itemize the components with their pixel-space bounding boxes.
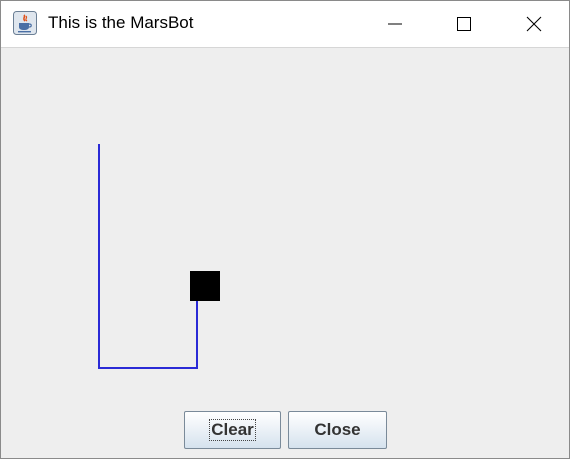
- path-segment-right: [98, 367, 198, 369]
- path-segment-up: [196, 298, 198, 369]
- maximize-icon: [457, 17, 471, 31]
- clear-button[interactable]: Clear: [184, 411, 281, 449]
- minimize-button[interactable]: [372, 1, 418, 47]
- window-title: This is the MarsBot: [48, 13, 194, 32]
- marsbot-canvas: [1, 48, 569, 403]
- title-bar[interactable]: This is the MarsBot: [1, 1, 569, 48]
- marsbot-robot: [190, 271, 220, 301]
- marsbot-window: This is the MarsBot Clear Close: [0, 0, 570, 459]
- maximize-button[interactable]: [441, 1, 487, 47]
- close-icon: [526, 16, 542, 32]
- clear-button-label: Clear: [209, 419, 256, 441]
- path-segment-down: [98, 144, 100, 369]
- close-button[interactable]: Close: [288, 411, 387, 449]
- close-window-button[interactable]: [511, 1, 557, 47]
- close-button-label: Close: [314, 420, 361, 439]
- minimize-icon: [388, 23, 402, 25]
- java-cup-icon: [13, 11, 37, 35]
